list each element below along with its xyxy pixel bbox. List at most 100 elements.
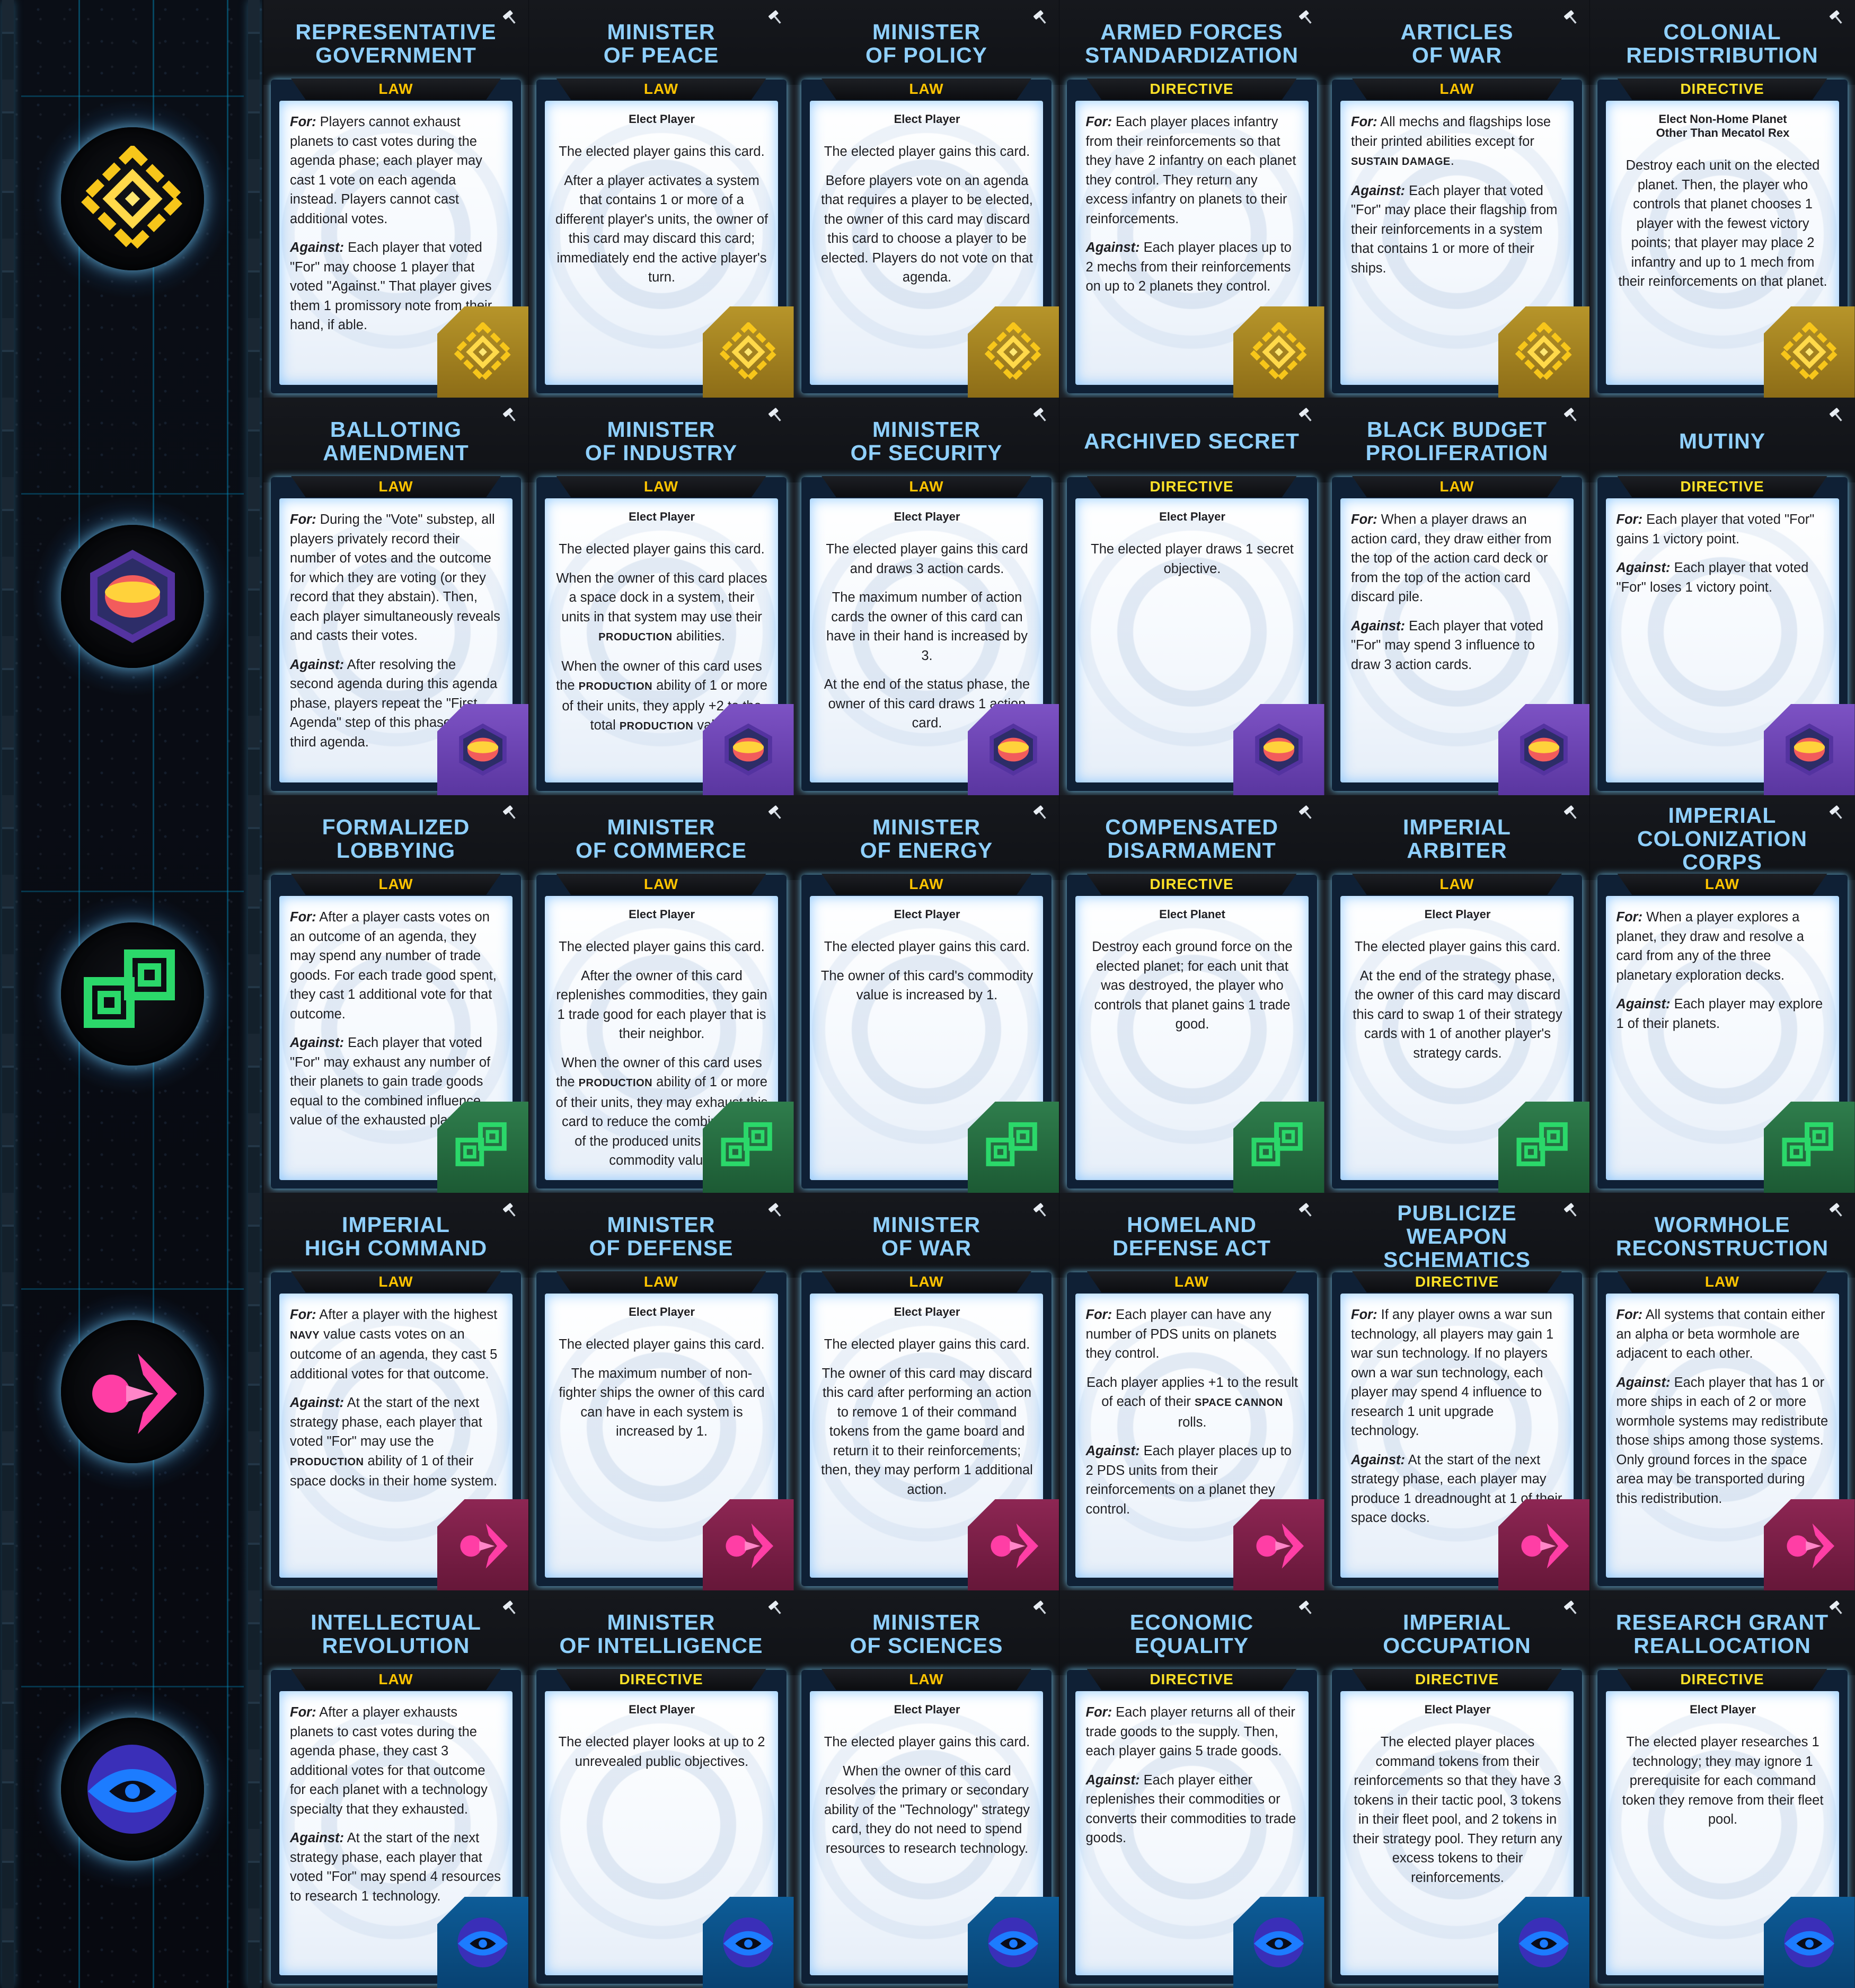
agenda-card[interactable]: MINISTER OF POLICY LAW Elect Player The ele… [794, 0, 1059, 398]
gavel-icon [502, 1200, 520, 1218]
card-type-bar: LAW [822, 476, 1031, 497]
agenda-card[interactable]: MINISTER OF COMMERCE LAW Elect Player The e… [528, 795, 794, 1193]
agenda-card[interactable]: REPRESENTATIVE GOVERNMENT LAW For: Players… [263, 0, 528, 398]
card-title: MINISTER OF INTELLIGENCE [559, 1610, 763, 1658]
agenda-card[interactable]: MINISTER OF ENERGY LAW Elect Player The ele… [794, 795, 1059, 1193]
card-type-bar: LAW [291, 1271, 501, 1292]
card-type-bar: LAW [1352, 78, 1562, 100]
agenda-card[interactable]: IMPERIAL COLONIZATION CORPS LAW For: When … [1589, 795, 1855, 1193]
agenda-card[interactable]: INTELLECTUAL REVOLUTION LAW For: After a p… [263, 1590, 528, 1988]
green-linked-squares-faction-icon [437, 1102, 528, 1193]
agenda-card[interactable]: ARTICLES OF WAR LAW For: All mechs and fla… [1324, 0, 1589, 398]
elect-line: Elect Player [894, 1703, 960, 1716]
blue-eye-faction-icon [61, 1718, 204, 1861]
card-type-label: DIRECTIVE [1150, 81, 1234, 97]
agenda-card[interactable]: IMPERIAL OCCUPATION DIRECTIVE Elect Player… [1324, 1590, 1589, 1988]
card-title: MINISTER OF SECURITY [850, 417, 1003, 465]
agenda-card[interactable]: ECONOMIC EQUALITY DIRECTIVE For: Each play… [1059, 1590, 1324, 1988]
card-rules-text: Elect Player The elected player researche… [1616, 1703, 1830, 1839]
agenda-card[interactable]: MINISTER OF DEFENSE LAW Elect Player The el… [528, 1193, 794, 1590]
card-type-bar: DIRECTIVE [1086, 874, 1297, 895]
card-rules-text: For: Each player places infantry from th… [1086, 112, 1299, 306]
rules-paragraph: The elected player places command tokens… [1353, 1735, 1562, 1885]
against-clause: Against: At the start of the next strate… [290, 1831, 501, 1904]
against-clause: Against: Each player that has 1 or more … [1616, 1375, 1828, 1506]
blue-eye-faction-icon [437, 1897, 528, 1988]
gavel-icon [1828, 1200, 1847, 1218]
card-title: FORMALIZED LOBBYING [322, 815, 470, 863]
purple-hexagon-eye-faction-icon [968, 704, 1059, 795]
purple-hexagon-eye-faction-icon [61, 525, 204, 668]
card-type-bar: LAW [1352, 476, 1562, 497]
blue-eye-faction-icon [1498, 1897, 1589, 1988]
green-linked-squares-faction-icon [1498, 1102, 1589, 1193]
rules-paragraph: Each player applies +1 to the result of … [1086, 1375, 1298, 1430]
card-title: REPRESENTATIVE GOVERNMENT [295, 20, 497, 67]
card-title: HOMELAND DEFENSE ACT [1112, 1212, 1271, 1260]
blue-eye-faction-icon [968, 1897, 1059, 1988]
green-linked-squares-faction-icon [968, 1102, 1059, 1193]
agenda-card[interactable]: MINISTER OF WAR LAW Elect Player The electe… [794, 1193, 1059, 1590]
card-title: ARCHIVED SECRET [1084, 429, 1300, 453]
card-type-bar: LAW [556, 1271, 766, 1292]
agenda-card[interactable]: PUBLICIZE WEAPON SCHEMATICS DIRECTIVE For:… [1324, 1193, 1589, 1590]
rules-paragraph: The elected player gains this card and d… [826, 542, 1028, 576]
elect-line: Elect Planet [1159, 908, 1225, 921]
card-type-bar: LAW [822, 1669, 1031, 1690]
agenda-card[interactable]: COMPENSATED DISARMAMENT DIRECTIVE Elect Pl… [1059, 795, 1324, 1193]
card-rules-text: Elect Non-Home Planet Other Than Mecatol… [1616, 112, 1830, 301]
card-title: MINISTER OF COMMERCE [575, 815, 747, 863]
for-clause: For: Each player that voted "For" gains … [1616, 512, 1815, 547]
elect-line: Elect Player [629, 1305, 695, 1318]
gavel-icon [1298, 405, 1316, 423]
gavel-icon [1032, 1598, 1050, 1616]
for-clause: For: Each player places infantry from th… [1085, 115, 1296, 226]
card-type-bar: DIRECTIVE [1617, 476, 1827, 497]
for-clause: For: If any player owns a war sun techno… [1351, 1307, 1554, 1438]
agenda-card[interactable]: MUTINY DIRECTIVE For: Each player that vot… [1589, 398, 1855, 795]
card-title: BLACK BUDGET PROLIFERATION [1365, 417, 1549, 465]
agenda-card[interactable]: MINISTER OF PEACE LAW Elect Player The elec… [528, 0, 794, 398]
elect-line: Elect Player [894, 908, 960, 921]
agenda-card[interactable]: FORMALIZED LOBBYING LAW For: After a playe… [263, 795, 528, 1193]
card-type-bar: LAW [291, 476, 501, 497]
agenda-card[interactable]: IMPERIAL HIGH COMMAND LAW For: After a pla… [263, 1193, 528, 1590]
rules-paragraph: The maximum number of action cards the o… [826, 590, 1028, 663]
strip-rail-left [2, 0, 14, 1988]
elect-line: Elect Player [894, 1305, 960, 1318]
agenda-card[interactable]: COLONIAL REDISTRIBUTION DIRECTIVE Elect No… [1589, 0, 1855, 398]
card-rules-text: Elect Player The elected player gains thi… [820, 908, 1034, 1015]
gavel-icon [502, 803, 520, 821]
agenda-card[interactable]: BALLOTING AMENDMENT LAW For: During the "V… [263, 398, 528, 795]
card-type-label: LAW [1704, 1273, 1740, 1290]
agenda-card[interactable]: HOMELAND DEFENSE ACT LAW For: Each player … [1059, 1193, 1324, 1590]
agenda-card[interactable]: WORMHOLE RECONSTRUCTION LAW For: All syste… [1589, 1193, 1855, 1590]
rules-paragraph: When the owner of this card resolves the… [824, 1763, 1030, 1856]
agenda-card[interactable]: RESEARCH GRANT REALLOCATION DIRECTIVE Elec… [1589, 1590, 1855, 1988]
agenda-card[interactable]: MINISTER OF INTELLIGENCE DIRECTIVE Elect P… [528, 1590, 794, 1988]
card-rules-text: Elect Player The elected player draws 1 s… [1086, 510, 1299, 588]
agenda-card[interactable]: MINISTER OF INDUSTRY LAW Elect Player The e… [528, 398, 794, 795]
agenda-card[interactable]: BLACK BUDGET PROLIFERATION LAW For: When a… [1324, 398, 1589, 795]
gavel-icon [767, 1598, 785, 1616]
agenda-card[interactable]: MINISTER OF SCIENCES LAW Elect Player The e… [794, 1590, 1059, 1988]
faction-strip [0, 0, 262, 1988]
card-type-label: LAW [1174, 1273, 1209, 1290]
rules-paragraph: The elected player gains this card. [824, 1735, 1030, 1749]
agenda-card[interactable]: MINISTER OF SECURITY LAW Elect Player The e… [794, 398, 1059, 795]
card-rules-text: For: When a player draws an action card,… [1351, 510, 1564, 684]
gavel-icon [1298, 1598, 1316, 1616]
gavel-icon [767, 405, 785, 423]
elect-line: Elect Player [1159, 510, 1225, 523]
card-type-bar: LAW [556, 874, 766, 895]
agenda-card[interactable]: ARMED FORCES STANDARDIZATION DIRECTIVE For… [1059, 0, 1324, 398]
gavel-icon [1032, 1200, 1050, 1218]
gavel-icon [767, 1200, 785, 1218]
card-title: MINISTER OF PEACE [603, 20, 719, 67]
card-type-bar: LAW [1617, 1271, 1827, 1292]
elect-line: Elect Player [894, 112, 960, 126]
agenda-card[interactable]: ARCHIVED SECRET DIRECTIVE Elect Player The … [1059, 398, 1324, 795]
agenda-card[interactable]: IMPERIAL ARBITER LAW Elect Player The elect… [1324, 795, 1589, 1193]
for-clause: For: During the "Vote" substep, all play… [290, 512, 500, 643]
gavel-icon [1298, 1200, 1316, 1218]
